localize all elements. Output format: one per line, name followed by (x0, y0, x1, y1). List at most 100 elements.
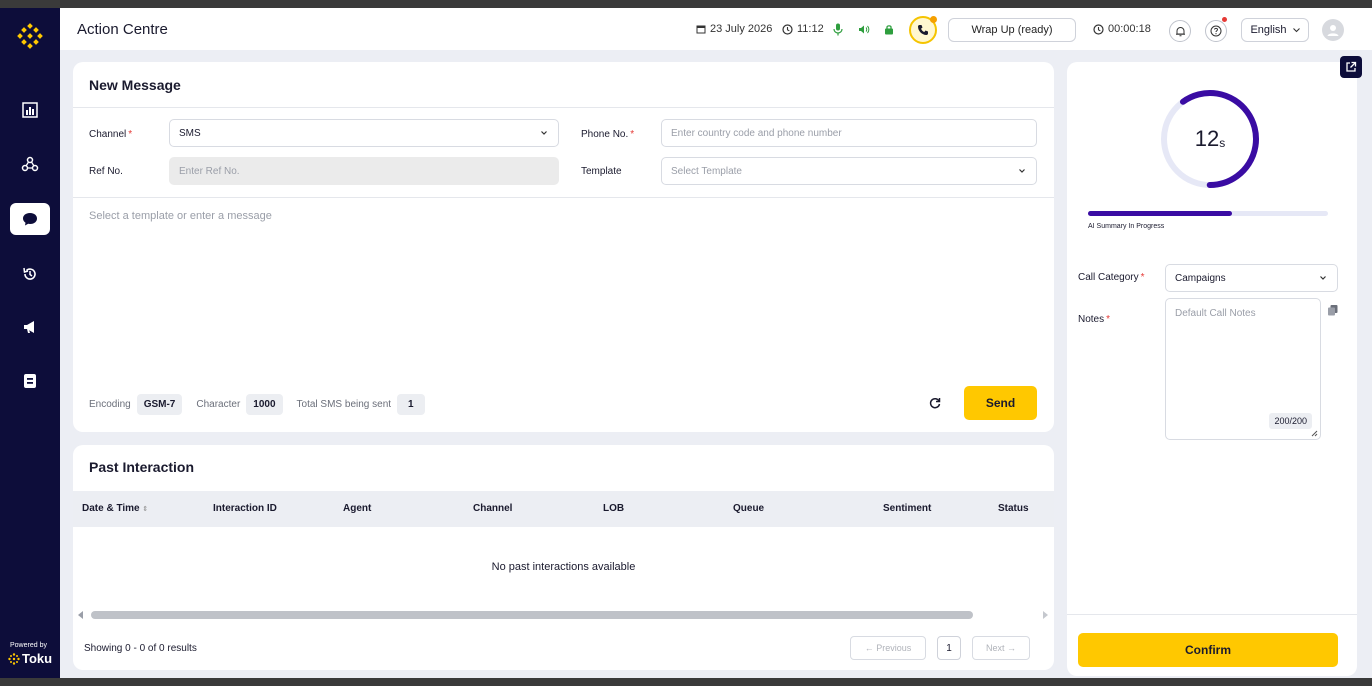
scroll-left-icon[interactable] (77, 610, 85, 620)
security-status[interactable] (884, 8, 894, 50)
column-header-date[interactable]: Date & Time ⇕ (82, 503, 148, 514)
ai-summary-progress (1088, 211, 1328, 216)
sidebar-item-contacts[interactable] (10, 365, 50, 397)
brand-name: Toku (22, 651, 53, 666)
user-icon (1327, 25, 1339, 36)
phone-label-text: Phone No. (581, 129, 629, 140)
contact-book-icon (24, 374, 36, 388)
top-bar: Action Centre 23 July 2026 11:12 Wrap Up… (60, 8, 1372, 50)
ref-input: Enter Ref No. (169, 157, 559, 185)
phone-label: Phone No. * (581, 129, 634, 140)
app-frame: Powered by Toku Action Centre 23 July 20… (0, 8, 1372, 678)
chevron-down-icon (1320, 276, 1326, 280)
template-select[interactable]: Select Template (661, 157, 1037, 185)
notes-textarea[interactable]: Default Call Notes 200/200 (1165, 298, 1321, 440)
call-button[interactable] (909, 16, 937, 44)
microphone-icon (833, 23, 843, 35)
calendar-icon (696, 25, 706, 34)
divider (73, 107, 1054, 108)
channel-select[interactable]: SMS (169, 119, 559, 147)
call-status-dot (930, 16, 937, 23)
send-button[interactable]: Send (964, 386, 1037, 420)
brand-logo: Toku (8, 651, 56, 666)
total-sms-label: Total SMS being sent (296, 399, 392, 410)
call-category-value: Campaigns (1175, 272, 1226, 284)
lock-icon (885, 24, 893, 34)
page-title: Action Centre (77, 21, 168, 38)
column-header-agent: Agent (343, 503, 372, 514)
language-select[interactable]: English (1241, 18, 1309, 42)
past-interaction-card: Past Interaction Date & Time ⇕ Interacti… (73, 445, 1054, 670)
chevron-down-icon (541, 131, 547, 135)
mic-status[interactable] (833, 8, 843, 50)
scroll-right-icon[interactable] (1041, 610, 1049, 620)
open-external-button[interactable] (1340, 56, 1362, 78)
notifications-button[interactable] (1169, 20, 1191, 42)
divider (1067, 614, 1357, 615)
phone-placeholder: Enter country code and phone number (671, 127, 842, 139)
character-value: 1000 (246, 394, 283, 415)
notes-label-text: Notes (1078, 314, 1105, 325)
bell-icon (1175, 26, 1185, 36)
previous-page-button[interactable]: ← Previous (850, 636, 926, 660)
horizontal-scrollbar[interactable] (77, 608, 1049, 620)
date-text: 23 July 2026 (710, 23, 773, 35)
speaker-status[interactable] (858, 8, 870, 50)
message-textarea[interactable]: Select a template or enter a message (89, 210, 272, 222)
empty-state: No past interactions available (491, 561, 636, 573)
call-category-select[interactable]: Campaigns (1165, 264, 1338, 292)
divider (73, 197, 1054, 198)
channel-label-text: Channel (89, 129, 127, 140)
ref-label: Ref No. (89, 166, 123, 177)
history-icon (23, 267, 36, 280)
external-link-icon (1346, 61, 1357, 72)
current-page-button[interactable]: 1 (937, 636, 961, 660)
sidebar: Powered by Toku (0, 8, 60, 678)
call-category-label: Call Category * (1078, 272, 1145, 283)
chat-bubble-icon (23, 213, 37, 226)
timer-value: 12 s (1155, 84, 1265, 194)
resize-handle-icon[interactable] (1311, 430, 1318, 437)
sidebar-item-dashboard[interactable] (10, 94, 50, 126)
chevron-down-icon (1292, 27, 1300, 32)
next-page-button[interactable]: Next → (972, 636, 1030, 660)
help-button[interactable] (1205, 17, 1227, 42)
sort-icon[interactable]: ⇕ (142, 506, 148, 513)
bar-chart-icon (22, 102, 38, 118)
copy-icon[interactable] (1327, 304, 1339, 316)
required-marker: * (1140, 272, 1145, 283)
template-label: Template (581, 166, 622, 177)
call-timer: 00:00:18 (1093, 8, 1151, 50)
channel-value: SMS (179, 127, 201, 139)
wrap-up-status-button[interactable]: Wrap Up (ready) (948, 18, 1076, 42)
encoding-label: Encoding (89, 399, 131, 410)
sidebar-item-campaigns[interactable] (10, 311, 50, 343)
help-alert-dot (1222, 17, 1227, 22)
call-category-label-text: Call Category (1078, 272, 1139, 283)
toku-mini-logo-icon (8, 652, 20, 665)
sidebar-item-messages[interactable] (10, 203, 50, 235)
notes-placeholder: Default Call Notes (1175, 308, 1256, 319)
phone-input[interactable]: Enter country code and phone number (661, 119, 1037, 147)
language-value: English (1250, 24, 1287, 36)
time-display: 11:12 (782, 8, 824, 50)
column-header-sentiment: Sentiment (883, 503, 932, 514)
wrap-up-panel: 12 s AI Summary In Progress Call Category… (1067, 62, 1357, 676)
scrollbar-thumb[interactable] (91, 611, 973, 619)
column-header-interaction-id: Interaction ID (213, 503, 277, 514)
sms-meta: Encoding GSM-7 Character 1000 Total SMS … (89, 394, 425, 415)
total-sms-value: 1 (397, 394, 425, 415)
confirm-button[interactable]: Confirm (1078, 633, 1338, 667)
user-avatar[interactable] (1322, 19, 1344, 41)
required-marker: * (1106, 314, 1111, 325)
character-label: Character (196, 399, 241, 410)
column-header-channel: Channel (473, 503, 513, 514)
column-label: Date & Time (82, 503, 140, 514)
toku-logo-icon[interactable] (16, 22, 44, 50)
phone-icon (918, 25, 928, 35)
sidebar-item-history[interactable] (10, 258, 50, 290)
date-display: 23 July 2026 (696, 8, 772, 50)
refresh-icon[interactable] (928, 396, 942, 410)
sidebar-item-network[interactable] (10, 148, 50, 180)
countdown-timer: 12 s (1155, 84, 1265, 194)
